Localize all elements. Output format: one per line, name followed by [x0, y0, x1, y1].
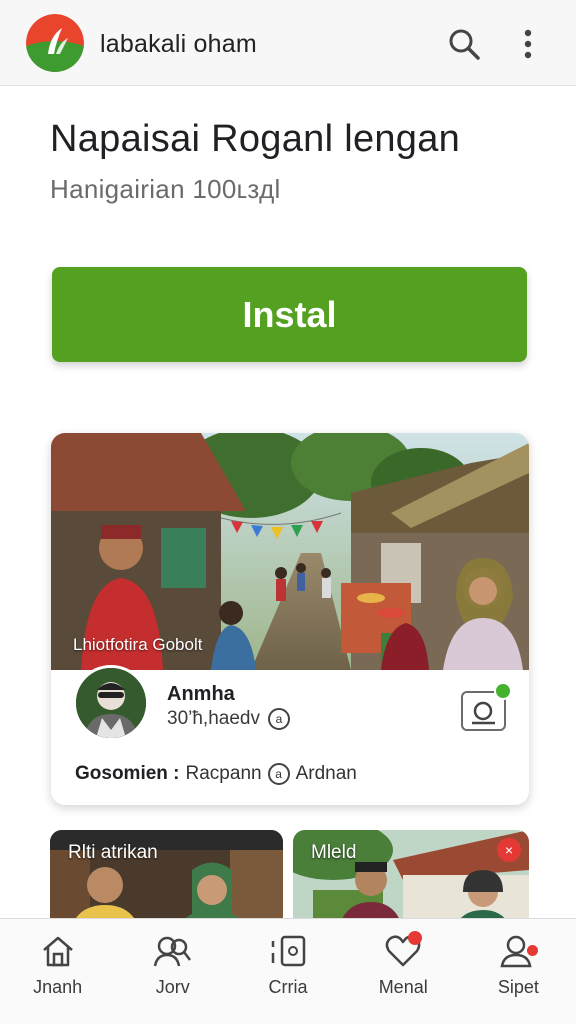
nav-home-label: Jnanh	[33, 977, 83, 997]
nav-profile-label: Sipet	[497, 977, 539, 997]
mini-card-left-label: Rlti atrikan	[68, 842, 158, 863]
more-vert-icon[interactable]	[508, 24, 548, 64]
nav-profile[interactable]: Sipet	[461, 919, 576, 1024]
host-name: Anmha	[167, 683, 235, 705]
footer-value-2: Ardnan	[295, 763, 357, 784]
host-meta-text: 30’ħ,haedv	[167, 708, 260, 729]
info-icon: a	[267, 708, 290, 730]
footer-label: Gosomien :	[75, 763, 180, 784]
page-subtitle: Hanigairian 100ʟздl	[50, 174, 281, 204]
mini-card-right-label: Mleld	[311, 842, 357, 863]
photo-caption: Lhiotfotira Gobolt	[73, 635, 203, 654]
footer-badge-icon: a	[267, 763, 290, 785]
search-icon[interactable]	[444, 24, 484, 64]
home-icon	[42, 936, 73, 967]
people-search-icon	[153, 936, 191, 967]
host-meta: 30’ħ,haedv a	[167, 708, 290, 730]
app-logo-icon	[26, 14, 84, 72]
nav-heart[interactable]: Menal	[346, 919, 461, 1024]
nav-people[interactable]: Jorv	[115, 919, 230, 1024]
tablet-icon	[271, 935, 306, 967]
online-status-dot	[494, 682, 512, 700]
nav-home[interactable]: Jnanh	[0, 919, 115, 1024]
app-name: labakali oham	[100, 30, 257, 58]
nav-heart-badge	[407, 931, 422, 945]
mini-card-right[interactable]: Mleld ×	[293, 830, 529, 930]
card-footer: Gosomien : Racpann a Ardnan	[75, 763, 357, 785]
avatar[interactable]	[73, 665, 149, 741]
nav-people-label: Jorv	[155, 977, 190, 997]
bottom-nav: Jnanh Jorv Crria Menal Sipet	[0, 918, 576, 1024]
close-badge-icon[interactable]: ×	[497, 838, 521, 862]
nav-heart-label: Menal	[378, 977, 428, 997]
install-button[interactable]: Instal	[52, 267, 527, 362]
app-bar: labakali oham	[0, 0, 576, 86]
nav-tablet-label: Crria	[268, 977, 308, 997]
page-title: Napaisai Roganl lengan	[50, 118, 461, 160]
featured-card[interactable]: Lhiotfotira Gobolt Anmha 30’ħ,haedv a Go…	[51, 433, 529, 805]
nav-tablet[interactable]: Crria	[230, 919, 345, 1024]
mini-card-left[interactable]: Rlti atrikan	[50, 830, 283, 930]
footer-value-1: Racpann	[185, 763, 262, 784]
nav-profile-badge	[526, 945, 538, 956]
